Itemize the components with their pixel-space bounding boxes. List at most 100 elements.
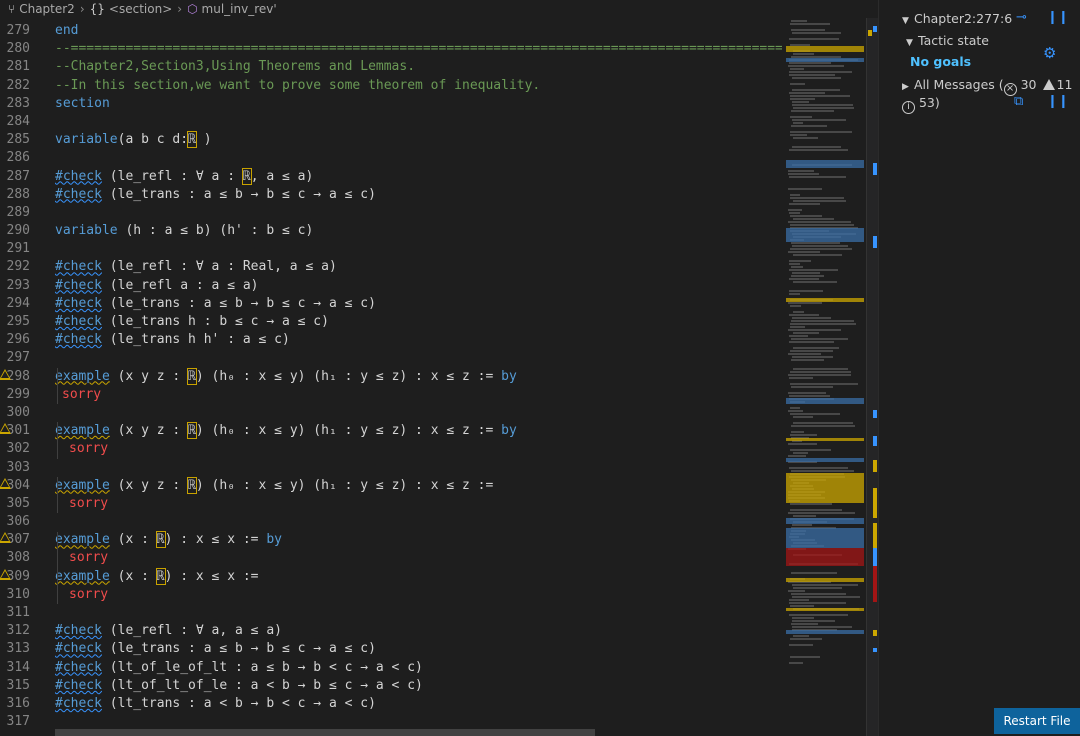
pin-icon[interactable]: ⊸ xyxy=(1016,10,1027,25)
code-line[interactable]: 307 example (x : ℝ) : x ≤ x := by xyxy=(0,531,782,549)
minimap-line xyxy=(788,329,841,331)
code-line[interactable]: 299 sorry xyxy=(0,386,782,404)
code-line[interactable]: 279 end xyxy=(0,22,782,40)
triangle-right-icon: ▶ xyxy=(902,82,909,92)
minimap-line xyxy=(789,149,848,151)
code-line[interactable]: 305 sorry xyxy=(0,495,782,513)
minimap-line xyxy=(791,320,854,322)
code-line[interactable]: 298 example (x y z : ℝ) (h₀ : x ≤ y) (h₁ … xyxy=(0,367,782,386)
minimap-line xyxy=(789,38,839,40)
code-line[interactable]: 281 --Chapter2,Section3,Using Theorems an… xyxy=(0,58,782,76)
code-text: #check (le_refl : ∀ a, a ≤ a) xyxy=(55,623,282,639)
code-line[interactable]: 316 #check (lt_trans : a < b → b < c → a … xyxy=(0,695,782,713)
code-line[interactable]: 283 section xyxy=(0,95,782,113)
minimap[interactable] xyxy=(782,18,866,736)
line-number: 291 xyxy=(6,241,30,257)
code-line[interactable]: 312 #check (le_refl : ∀ a, a ≤ a) xyxy=(0,622,782,640)
code-line[interactable]: 292 #check (le_refl : ∀ a : Real, a ≤ a) xyxy=(0,258,782,276)
breadcrumb-symbol[interactable]: mul_inv_rev' xyxy=(202,2,277,16)
minimap-line xyxy=(789,278,819,280)
minimap-line xyxy=(790,194,800,196)
minimap-line xyxy=(790,434,817,436)
gutter-warning-icon[interactable] xyxy=(0,423,11,435)
code-line[interactable]: 288 #check (le_trans : a ≤ b → b ≤ c → a … xyxy=(0,186,782,204)
gear-icon[interactable]: ⚙ xyxy=(1043,44,1056,62)
code-line[interactable]: 310 sorry xyxy=(0,586,782,604)
pause-icon[interactable]: ❙❙ xyxy=(1047,94,1069,109)
infoview-panel: ▼ Chapter2:277:6 ⊸ ❙❙ ▼ Tactic state ⚙ No … xyxy=(878,0,1080,736)
code-line[interactable]: 297 xyxy=(0,349,782,367)
code-line[interactable]: 284 xyxy=(0,113,782,131)
tactic-state-header[interactable]: ▼ Tactic state xyxy=(906,33,989,48)
code-line[interactable]: 294 #check (le_trans : a ≤ b → b ≤ c → a … xyxy=(0,295,782,313)
code-line[interactable]: 311 xyxy=(0,604,782,622)
code-line[interactable]: 308 sorry xyxy=(0,549,782,567)
code-line[interactable]: 296 #check (le_trans h h' : a ≤ c) xyxy=(0,331,782,349)
code-line[interactable]: 315 #check (lt_of_lt_of_le : a < b → b ≤ … xyxy=(0,677,782,695)
minimap-line xyxy=(791,572,837,574)
minimap-line xyxy=(792,89,840,91)
minimap-line xyxy=(793,416,813,418)
minimap-line xyxy=(789,176,846,178)
minimap-line xyxy=(793,368,848,370)
code-line[interactable]: 280 --===================================… xyxy=(0,40,791,58)
minimap-line xyxy=(791,623,818,625)
code-line[interactable]: 313 #check (le_trans : a ≤ b → b ≤ c → a … xyxy=(0,640,782,658)
code-line[interactable]: 286 xyxy=(0,149,782,167)
code-text: sorry xyxy=(62,386,102,402)
ruler-marker xyxy=(873,648,877,652)
indent-guide xyxy=(57,367,58,405)
restart-file-button[interactable]: Restart File xyxy=(994,708,1080,734)
gutter-warning-icon[interactable] xyxy=(0,532,11,544)
minimap-line xyxy=(790,215,822,217)
info-count: 53) xyxy=(918,95,940,110)
breadcrumb-section[interactable]: <section> xyxy=(109,2,172,16)
line-number: 310 xyxy=(6,586,30,602)
code-line[interactable]: 309 example (x : ℝ) : x ≤ x := xyxy=(0,567,782,586)
code-line[interactable]: 293 #check (le_refl a : a ≤ a) xyxy=(0,277,782,295)
minimap-line xyxy=(790,83,805,85)
code-line[interactable]: 285 variable(a b c d:ℝ ) xyxy=(0,131,782,149)
pause-icon[interactable]: ❙❙ xyxy=(1047,10,1069,25)
code-line[interactable]: 301 example (x y z : ℝ) (h₀ : x ≤ y) (h₁ … xyxy=(0,422,782,440)
code-area[interactable]: 279 end 280 --=============================… xyxy=(0,22,791,731)
error-count: 30 xyxy=(1020,77,1037,92)
minimap-line xyxy=(788,251,820,253)
editor[interactable]: ⑂ Chapter2 › {} <section> › ⬡ mul_inv_re… xyxy=(0,0,878,736)
code-text: example (x : ℝ) : x ≤ x := by xyxy=(55,531,282,549)
warning-count: 11 xyxy=(1056,77,1073,92)
line-number: 297 xyxy=(6,350,30,366)
infoview-position-header[interactable]: ▼ Chapter2:277:6 xyxy=(902,11,1012,26)
minimap-line xyxy=(791,242,840,244)
code-line[interactable]: 303 xyxy=(0,459,782,477)
code-line[interactable]: 291 xyxy=(0,240,782,258)
line-number: 313 xyxy=(6,641,30,657)
code-text: #check (le_trans h h' : a ≤ c) xyxy=(55,332,290,348)
code-line[interactable]: 289 xyxy=(0,204,782,222)
breadcrumb-file[interactable]: Chapter2 xyxy=(19,2,75,16)
horizontal-scrollbar[interactable] xyxy=(55,729,595,736)
ruler-marker xyxy=(873,460,877,472)
minimap-line xyxy=(789,92,825,94)
gutter-warning-icon[interactable] xyxy=(0,568,11,580)
overview-ruler[interactable] xyxy=(866,18,878,736)
code-line[interactable]: 290 variable (h : a ≤ b) (h' : b ≤ c) xyxy=(0,222,782,240)
minimap-line xyxy=(793,53,814,55)
code-line[interactable]: 314 #check (lt_of_le_of_lt : a ≤ b → b < … xyxy=(0,659,782,677)
code-line[interactable]: 302 sorry xyxy=(0,440,782,458)
minimap-line xyxy=(790,323,856,325)
minimap-line xyxy=(789,269,838,271)
code-line[interactable]: 304 example (x y z : ℝ) (h₀ : x ≤ y) (h₁ … xyxy=(0,476,782,495)
line-number: 316 xyxy=(6,695,30,711)
code-line[interactable]: 300 xyxy=(0,404,782,422)
code-line[interactable]: 295 #check (le_trans h : b ≤ c → a ≤ c) xyxy=(0,313,782,331)
line-number: 314 xyxy=(6,659,30,675)
code-line[interactable]: 282 --In this section,we want to prove so… xyxy=(0,77,782,95)
code-line[interactable]: 306 xyxy=(0,513,782,531)
go-to-file-icon[interactable]: ⧉ xyxy=(1014,94,1023,109)
gutter-warning-icon[interactable] xyxy=(0,368,11,380)
gutter-warning-icon[interactable] xyxy=(0,477,11,489)
code-line[interactable]: 287 #check (le_refl : ∀ a : ℝ, a ≤ a) xyxy=(0,167,782,186)
minimap-highlight xyxy=(786,608,864,611)
minimap-line xyxy=(790,638,822,640)
